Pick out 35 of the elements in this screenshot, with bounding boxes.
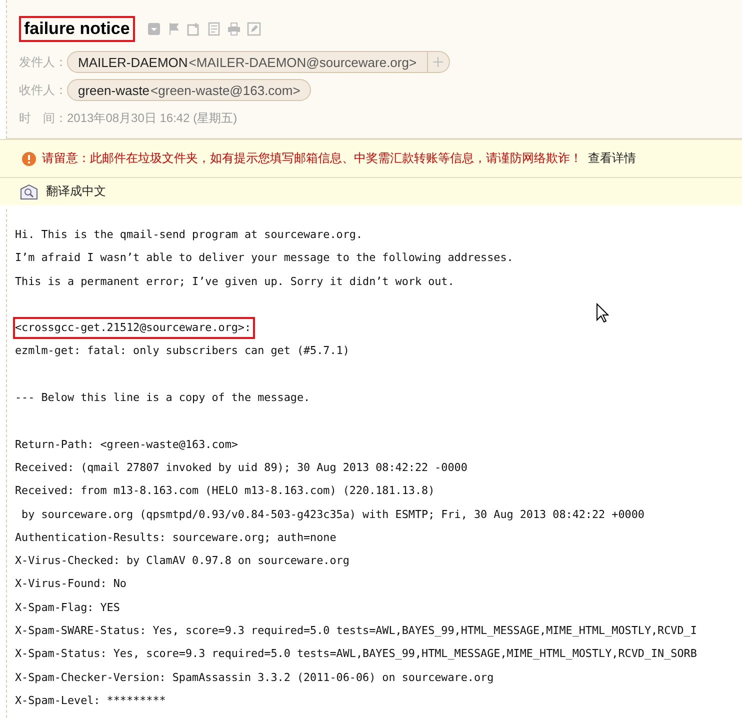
- field-label: 收件人：: [19, 82, 67, 98]
- warning-icon: [22, 152, 36, 166]
- contact-chip[interactable]: green-waste<green-waste@163.com>: [67, 79, 312, 101]
- contact-chip[interactable]: MAILER-DAEMON<MAILER-DAEMON@sourceware.org>: [67, 51, 450, 73]
- email-subject: failure notice: [19, 16, 135, 42]
- document-icon[interactable]: [206, 22, 221, 36]
- sent-time: 2013年08月30日 16:42 (星期五): [67, 110, 238, 126]
- message-line: X-Virus-Checked: by ClamAV 0.97.8 on sourceware.org: [14, 553, 350, 570]
- translate-button[interactable]: 翻译成中文: [46, 183, 106, 200]
- dropdown-icon[interactable]: [146, 22, 161, 36]
- message-line: Received: (qmail 27807 invoked by uid 89); 30 Aug 2013 08:42:22 -0000: [14, 460, 468, 476]
- message-line: X-Spam-Flag: YES: [14, 600, 121, 616]
- message-line: Hi. This is the qmail-send program at sourceware.org.: [14, 227, 364, 243]
- field-label: 发件人：: [19, 54, 67, 70]
- message-line: X-Spam-Level: *********: [14, 692, 167, 709]
- message-line: Return-Path: <green-waste@163.com>: [14, 436, 239, 453]
- message-line: --- Below this line is a copy of the message.: [14, 390, 312, 406]
- flag-icon[interactable]: [166, 22, 181, 36]
- message-line: X-Spam-SWARE-Status: Yes, score=9.3 required=5.0 tests=AWL,BAYES_99,HTML_MESSAGE,MIME_HTML_MOSTLY,RCVD_I: [14, 623, 698, 640]
- message-line: Authentication-Results: sourceware.org; auth=none: [14, 530, 338, 546]
- mouse-cursor-icon: [596, 303, 609, 323]
- edit-icon[interactable]: [246, 22, 261, 36]
- message-line: X-Virus-Found: No: [14, 576, 128, 592]
- message-line: X-Spam-Status: Yes, score=9.3 required=5.0 tests=AWL,BAYES_99,HTML_MESSAGE,MIME_HTML_MOSTLY,RCVD_IN_SORB: [14, 646, 698, 662]
- message-line: ezmlm-get: fatal: only subscribers can get (#5.7.1): [14, 343, 350, 360]
- details-link[interactable]: 查看详情: [588, 150, 636, 167]
- message-line: I’m afraid I wasn’t able to deliver your message to the following addresses.: [14, 250, 514, 266]
- spam-warning: 请留意：此邮件在垃圾文件夹，如有提示您填写邮箱信息、中奖需汇款转账等信息，请谨防网络欺诈！: [42, 150, 582, 167]
- message-line: by sourceware.org (qpsmtpd/0.93/v0.84-503-g423c35a) with ESMTP; Fri, 30 Aug 2013 08:42:22 +0000: [20, 506, 646, 523]
- message-line: X-Spam-Checker-Version: SpamAssassin 3.3.2 (2011-06-06) on sourceware.org: [14, 670, 495, 686]
- message-line: This is a permanent error; I’ve given up. Sorry it didn’t work out.: [14, 274, 456, 290]
- message-line: Received: from m13-8.163.com (HELO m13-8.163.com) (220.181.13.8): [14, 483, 436, 500]
- print-icon[interactable]: [226, 22, 241, 36]
- plus-icon: [433, 57, 444, 67]
- field-label: 时 间：: [19, 110, 67, 126]
